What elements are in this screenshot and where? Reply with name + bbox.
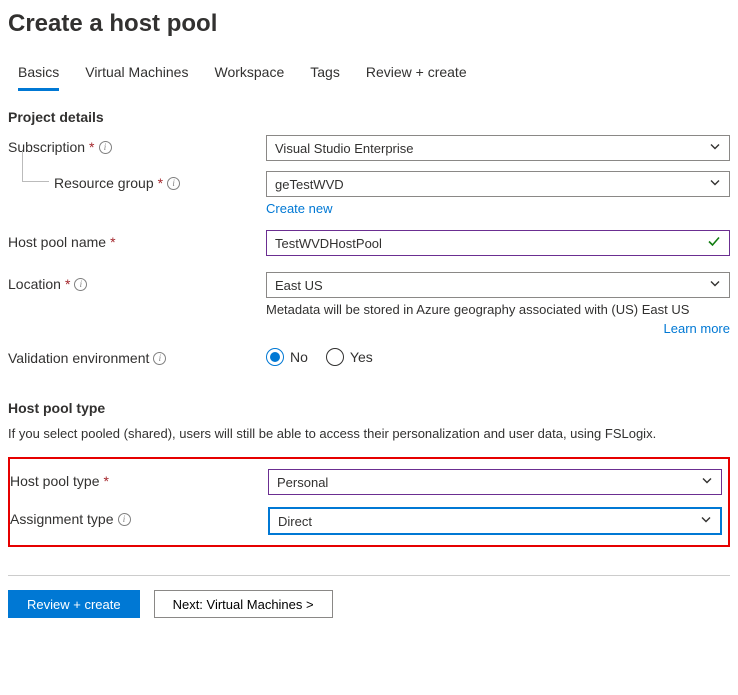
host-pool-type-select[interactable]: Personal [268,469,722,495]
tabs: Basics Virtual Machines Workspace Tags R… [8,58,730,91]
project-details-heading: Project details [8,109,730,125]
chevron-down-icon [709,177,721,192]
radio-no-label: No [290,349,308,365]
info-icon[interactable]: i [118,513,131,526]
host-pool-type-label: Host pool type [10,473,100,489]
learn-more-link[interactable]: Learn more [664,321,730,336]
info-icon[interactable]: i [167,177,180,190]
tab-workspace[interactable]: Workspace [214,58,284,91]
chevron-down-icon [701,475,713,490]
validation-env-no-radio[interactable]: No [266,348,308,366]
tab-basics[interactable]: Basics [18,58,59,91]
required-marker: * [104,473,109,489]
assignment-type-label: Assignment type [10,511,114,527]
footer-separator [8,575,730,576]
resource-group-value: geTestWVD [275,177,344,192]
location-value: East US [275,278,323,293]
assignment-type-select[interactable]: Direct [268,507,722,535]
resource-group-label: Resource group [54,175,154,191]
location-select[interactable]: East US [266,272,730,298]
radio-icon [326,348,344,366]
location-helper: Metadata will be stored in Azure geograp… [266,302,730,317]
next-button[interactable]: Next: Virtual Machines > [154,590,333,618]
host-pool-name-label: Host pool name [8,234,106,250]
info-icon[interactable]: i [74,278,87,291]
validation-env-label: Validation environment [8,350,149,366]
host-pool-name-input[interactable]: TestWVDHostPool [266,230,730,256]
chevron-down-icon [709,278,721,293]
chevron-down-icon [709,141,721,156]
radio-icon [266,348,284,366]
host-pool-type-heading: Host pool type [8,400,730,416]
validation-env-yes-radio[interactable]: Yes [326,348,373,366]
highlight-box: Host pool type * Personal Assignment typ… [8,457,730,547]
required-marker: * [110,234,115,250]
subscription-select[interactable]: Visual Studio Enterprise [266,135,730,161]
resource-group-select[interactable]: geTestWVD [266,171,730,197]
required-marker: * [89,139,94,155]
assignment-type-value: Direct [278,514,312,529]
required-marker: * [65,276,70,292]
chevron-down-icon [700,514,712,529]
tab-review-create[interactable]: Review + create [366,58,467,91]
tab-tags[interactable]: Tags [310,58,340,91]
location-label: Location [8,276,61,292]
page-title: Create a host pool [8,10,730,38]
host-pool-type-value: Personal [277,475,328,490]
host-pool-name-value: TestWVDHostPool [275,236,382,251]
create-new-link[interactable]: Create new [266,201,332,216]
info-icon[interactable]: i [153,352,166,365]
tab-virtual-machines[interactable]: Virtual Machines [85,58,188,91]
required-marker: * [158,175,163,191]
radio-yes-label: Yes [350,349,373,365]
info-icon[interactable]: i [99,141,112,154]
check-icon [707,235,721,252]
subscription-value: Visual Studio Enterprise [275,141,414,156]
host-pool-type-desc: If you select pooled (shared), users wil… [8,426,730,441]
review-create-button[interactable]: Review + create [8,590,140,618]
